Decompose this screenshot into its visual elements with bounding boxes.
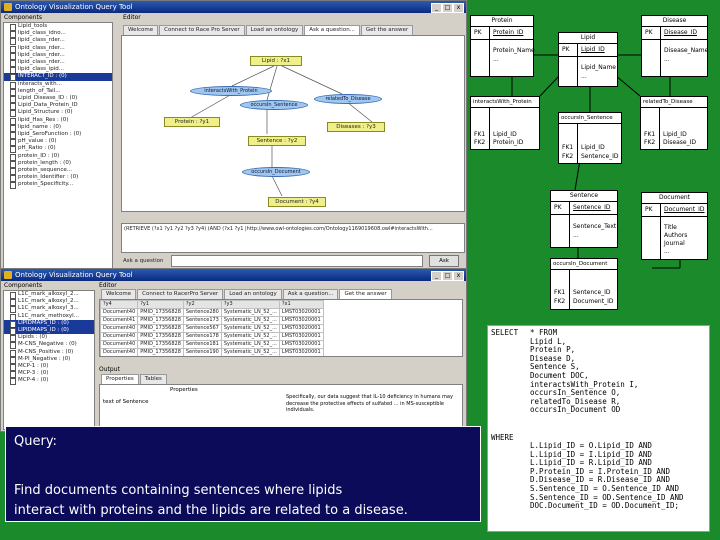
er-related-fk2: FK2 [644,139,656,146]
er-related-table: relatedTo_Disease FK1 FK2 Lipid_ID Disea… [640,96,708,150]
er-protein-table: Protein PK Protein_ID Protein_Name ... [470,15,535,77]
er-interacts-fk1: FK1 [474,131,486,138]
er-interacts-c1: Lipid_ID [493,131,517,138]
er-sentence-pk-row: PK Sentence_ID [551,202,617,215]
er-disease-pk-row: PK Disease_ID [642,27,707,40]
pk-label: PK [554,204,562,211]
sql-where-keyword: WHERE [491,433,514,442]
pk-label: PK [645,29,653,36]
sql-line: DOC.Document_ID = OD.Document_ID; [530,501,680,511]
er-lipid-col-1: Lipid_Name [581,64,616,71]
sql-line: occursIn_Document OD [530,405,621,415]
er-related-c1: Lipid_ID [663,131,687,138]
er-interacts-title: interactsWith_Protein [471,97,539,108]
er-related-fk1: FK1 [644,131,656,138]
pk-label: PK [474,29,482,36]
sql-where-block: L.Lipid_ID = O.Lipid_ID AND L.Lipid_ID = … [530,441,684,511]
er-lipid-col-2: ... [581,73,587,80]
er-disease-col-2: ... [664,56,670,63]
er-occurs-sentence-c2: Sentence_ID [581,153,619,160]
er-disease-table: Disease PK Disease_ID Disease_Name ... [641,15,708,77]
er-occurs-document-c1: Sentence_ID [573,289,611,296]
er-sentence-table: Sentence PK Sentence_ID Sentence_Text ..… [550,190,618,248]
pk-label: PK [562,46,570,53]
er-related-c2: Disease_ID [663,139,696,146]
er-occurs-document-title: occursIn_Document [551,259,617,270]
er-lipid-pk-row: PK Lipid_ID [559,44,617,57]
er-document-title: Document [642,193,707,204]
er-sentence-title: Sentence [551,191,617,202]
er-document-table: Document PK Document_ID Title Authors Jo… [641,192,708,260]
er-occurs-sentence-fk1: FK1 [562,144,574,151]
er-document-col-1: Title [664,224,677,231]
er-protein-pk-row: PK Protein_ID [471,27,533,40]
er-sentence-key: Sentence_ID [573,204,611,211]
er-document-key: Document_ID [664,206,705,213]
er-interacts-table: interactsWith_Protein FK1 FK2 Lipid_ID P… [470,96,540,150]
er-document-col-2: Authors [664,232,688,239]
er-lipid-table: Lipid PK Lipid_ID Lipid_Name ... [558,32,618,87]
er-occurs-sentence-c1: Lipid_ID [581,144,605,151]
er-protein-col-1: Protein_Name [493,47,535,54]
er-occurs-sentence-fk2: FK2 [562,153,574,160]
er-related-title: relatedTo_Disease [641,97,707,108]
er-occurs-document-fk1: FK1 [554,289,566,296]
er-occurs-document-table: occursIn_Document FK1 FK2 Sentence_ID Do… [550,258,618,310]
er-document-col-3: Journal [664,240,685,247]
er-interacts-fk2: FK2 [474,139,486,146]
er-protein-col-2: ... [493,56,499,63]
er-disease-col-1: Disease_Name [664,47,709,54]
pk-label: PK [645,206,653,213]
er-sentence-col-2: ... [573,232,579,239]
sql-select-keyword: SELECT [491,328,519,337]
er-disease-title: Disease [642,16,707,27]
er-occurs-document-c2: Document_ID [573,298,614,305]
er-sentence-col-1: Sentence_Text [573,223,617,230]
er-document-pk-row: PK Document_ID [642,204,707,217]
sql-select-block: * FROM Lipid L, Protein P, Disease D, Senten… [530,328,638,415]
er-lipid-key: Lipid_ID [581,46,605,53]
er-disease-key: Disease_ID [664,29,697,36]
er-occurs-sentence-table: occursIn_Sentence FK1 FK2 Lipid_ID Sente… [558,112,622,164]
er-protein-key: Protein_ID [493,29,524,36]
sql-panel: SELECT * FROM Lipid L, Protein P, Disease D… [487,325,710,532]
er-document-col-4: ... [664,248,670,255]
er-protein-title: Protein [471,16,533,27]
er-occurs-document-fk2: FK2 [554,298,566,305]
er-interacts-c2: Protein_ID [493,139,524,146]
er-lipid-title: Lipid [559,33,617,44]
er-occurs-sentence-title: occursIn_Sentence [559,113,621,124]
